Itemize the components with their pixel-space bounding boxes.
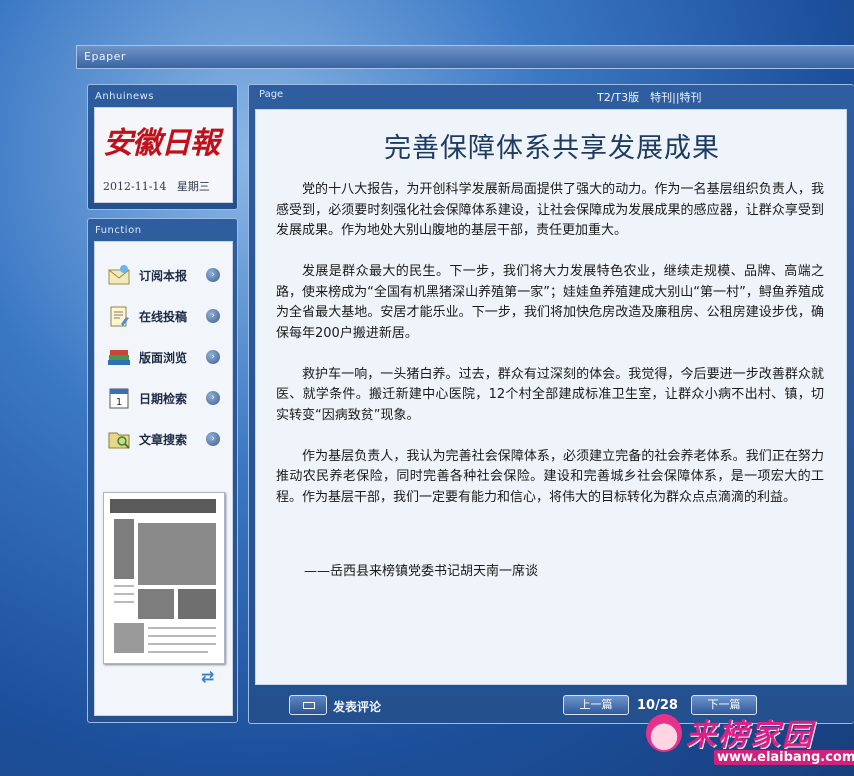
thumbnail-text-line [148, 651, 208, 653]
watermark-text: 来榜家园 [686, 718, 814, 753]
thumbnail-text-line [114, 593, 134, 595]
anhuinews-panel: Anhuinews 安徽日報 2012-11-14 星期三 [87, 84, 238, 210]
watermark-url: www.elaibang.com [714, 750, 854, 765]
chevron-right-icon[interactable]: › [206, 268, 220, 282]
comment-label[interactable]: 发表评论 [333, 698, 381, 715]
article-paragraph: 作为基层负责人，我认为完善社会保障体系，必须建立完备的社会养老体系。我们正在努力… [276, 448, 824, 505]
article-view: 完善保障体系共享发展成果 党的十八大报告，为开创科学发展新局面提供了强大的动力。… [255, 109, 847, 685]
books-icon [108, 350, 130, 365]
thumbnail-masthead [110, 499, 216, 513]
edition-label: T2/T3版 特刊||特刊 [597, 91, 702, 104]
issue-weekday: 星期三 [176, 180, 210, 193]
window-titlebar: Epaper [76, 45, 854, 69]
page-panel: Page T2/T3版 特刊||特刊 完善保障体系共享发展成果 党的十八大报告，… [248, 84, 854, 724]
issue-date: 2012-11-14 星期三 [103, 178, 210, 194]
thumbnail-text-line [148, 635, 216, 637]
menu-label-date-search: 日期检索 [139, 392, 188, 406]
issue-date-value: 2012-11-14 [103, 180, 167, 193]
thumbnail-photo [114, 519, 134, 579]
chevron-right-icon[interactable]: › [206, 391, 220, 405]
newspaper-info: 安徽日報 2012-11-14 星期三 [94, 107, 233, 203]
article-body: 党的十八大报告，为开创科学发展新局面提供了强大的动力。作为一名基层组织负责人，我… [276, 180, 824, 529]
prev-article-button[interactable]: 上一篇 [563, 695, 629, 715]
page-thumbnail[interactable] [103, 492, 225, 664]
thumbnail-photo [138, 523, 216, 585]
menu-label-submit-online: 在线投稿 [139, 310, 188, 324]
thumbnail-text-line [114, 601, 134, 603]
menu-item-article-search[interactable]: 文章搜索 › [95, 420, 232, 458]
thumbnail-text-line [148, 643, 216, 645]
menu-item-subscribe[interactable]: 订阅本报 › [95, 256, 232, 294]
comment-button[interactable] [289, 695, 327, 715]
search-folder-icon [108, 432, 130, 449]
menu-label-subscribe: 订阅本报 [139, 269, 188, 283]
thumbnail-photo [114, 623, 144, 653]
function-panel: Function 订阅本报 › 在线投稿 › 版面浏览 › 1 日期检索 › 文… [87, 218, 238, 723]
thumbnail-photo [138, 589, 174, 619]
menu-item-date-search[interactable]: 1 日期检索 › [95, 379, 232, 417]
menu-label-article-search: 文章搜索 [139, 433, 188, 447]
thumbnail-photo [178, 589, 216, 619]
function-menu: 订阅本报 › 在线投稿 › 版面浏览 › 1 日期检索 › 文章搜索 › ⇄ [94, 241, 233, 716]
page-panel-title: Page [259, 89, 284, 100]
chevron-right-icon[interactable]: › [206, 432, 220, 446]
calendar-day: 1 [116, 397, 122, 408]
site-watermark: 来榜家园 www.elaibang.com [644, 708, 854, 776]
menu-item-browse-pages[interactable]: 版面浏览 › [95, 338, 232, 376]
envelope-icon [108, 265, 130, 285]
thumbnail-text-line [114, 585, 134, 587]
article-signature: ——岳西县来榜镇党委书记胡天南一席谈 [304, 564, 539, 579]
newspaper-logo[interactable]: 安徽日報 [103, 118, 220, 162]
menu-item-submit-online[interactable]: 在线投稿 › [95, 297, 232, 335]
window-title: Epaper [84, 50, 126, 63]
refresh-icon[interactable]: ⇄ [201, 667, 214, 686]
function-panel-title: Function [95, 225, 142, 236]
thumbnail-text-line [148, 627, 216, 629]
upload-document-icon [110, 306, 129, 327]
anhuinews-panel-title: Anhuinews [95, 91, 155, 102]
chevron-right-icon[interactable]: › [206, 350, 220, 364]
article-paragraph: 党的十八大报告，为开创科学发展新局面提供了强大的动力。作为一名基层组织负责人，我… [276, 182, 824, 238]
article-paragraph: 发展是群众最大的民生。下一步，我们将大力发展特色农业，继续走规模、品牌、高端之路… [276, 264, 824, 341]
mascot-logo [646, 714, 682, 752]
article-paragraph: 救护车一响，一头猪白养。过去，群众有过深刻的体会。我觉得，今后要进一步改善群众就… [276, 366, 824, 423]
chevron-right-icon[interactable]: › [206, 309, 220, 323]
article-title: 完善保障体系共享发展成果 [384, 133, 720, 164]
calendar-icon: 1 [109, 388, 129, 409]
menu-label-browse-pages: 版面浏览 [139, 351, 188, 365]
